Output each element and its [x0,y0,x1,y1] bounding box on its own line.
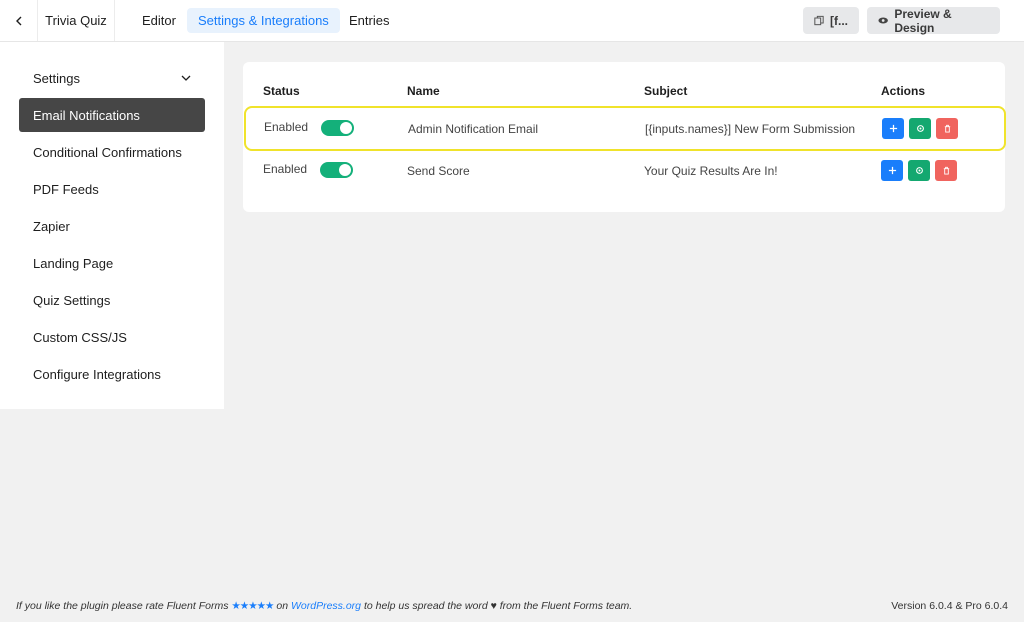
sidebar-item-label: PDF Feeds [33,181,99,197]
settings-sidebar: Settings Email Notifications Conditional… [0,42,224,409]
email-notifications-table: Status Name Subject Actions Enabled Admi… [243,62,1006,212]
footer-rating-message: If you like the plugin please rate Fluen… [16,600,632,612]
top-bar: Trivia Quiz Editor Settings & Integratio… [0,0,1024,42]
sidebar-item-conditional-confirmations[interactable]: Conditional Confirmations [19,135,205,169]
add-button[interactable] [881,160,903,181]
footer-prefix: If you like the plugin please rate Fluen… [16,600,229,612]
settings-button[interactable] [908,160,930,181]
status-text: Enabled [263,162,308,176]
delete-button[interactable] [935,160,957,181]
sidebar-item-landing-page[interactable]: Landing Page [19,246,205,280]
sidebar-item-configure-integrations[interactable]: Configure Integrations [19,357,205,391]
settings-button[interactable] [909,118,931,139]
version-info: Version 6.0.4 & Pro 6.0.4 [891,600,1008,612]
trash-icon [943,166,949,175]
sidebar-item-quiz-settings[interactable]: Quiz Settings [19,283,205,317]
sidebar-item-label: Settings [33,70,80,86]
sidebar-item-email-notifications[interactable]: Email Notifications [19,98,205,132]
sidebar-item-label: Conditional Confirmations [33,144,182,160]
trash-icon [944,124,950,133]
shortcode-label: [f... [830,13,848,28]
sidebar-item-label: Quiz Settings [33,292,111,308]
shortcode-copy-button[interactable]: [f... [803,7,859,34]
notification-subject: [{inputs.names}] New Form Submission [645,122,856,136]
column-header-status: Status [263,84,300,98]
add-button[interactable] [882,118,904,139]
tab-editor[interactable]: Editor [131,8,187,33]
sidebar-item-label: Configure Integrations [33,366,161,382]
copy-icon [814,15,824,26]
gear-icon [916,125,924,132]
column-header-name: Name [407,84,440,98]
column-header-actions: Actions [881,84,926,98]
status-toggle[interactable] [320,162,353,178]
sidebar-item-label: Custom CSS/JS [33,329,127,345]
chevron-left-icon [15,16,21,25]
sidebar-item-pdf-feeds[interactable]: PDF Feeds [19,172,205,206]
chevron-down-icon [181,75,191,81]
column-header-subject: Subject [644,84,688,98]
footer-suffix: to help us spread the word ♥ from the Fl… [363,600,633,612]
plus-icon [889,124,897,133]
status-text: Enabled [264,120,309,134]
table-row: Enabled Admin Notification Email [{input… [244,106,1006,151]
plus-icon [888,166,896,175]
status-toggle[interactable] [321,120,354,136]
wordpress-org-link[interactable]: WordPress.org [291,600,361,612]
back-button[interactable] [0,0,38,41]
sidebar-item-label: Email Notifications [33,107,140,123]
table-row: Enabled Send Score Your Quiz Results Are… [243,152,1005,192]
sidebar-item-custom-css-js[interactable]: Custom CSS/JS [19,320,205,354]
notification-name: Admin Notification Email [408,122,539,136]
tab-entries[interactable]: Entries [338,8,400,33]
footer-on: on [276,600,289,612]
eye-icon [878,17,888,24]
sidebar-item-label: Landing Page [33,255,114,271]
gear-icon [915,167,923,174]
tab-settings-integrations[interactable]: Settings & Integrations [187,8,340,33]
delete-button[interactable] [936,118,958,139]
sidebar-item-settings[interactable]: Settings [19,61,205,95]
sidebar-item-label: Zapier [33,218,70,234]
notification-subject: Your Quiz Results Are In! [644,164,778,178]
preview-design-label: Preview & Design [894,6,952,35]
preview-design-button[interactable]: Preview & Design [867,6,1000,35]
sidebar-item-zapier[interactable]: Zapier [19,209,205,243]
rating-stars[interactable]: ★★★★★ [231,600,274,612]
notification-name: Send Score [407,164,470,178]
form-title[interactable]: Trivia Quiz [38,0,115,41]
